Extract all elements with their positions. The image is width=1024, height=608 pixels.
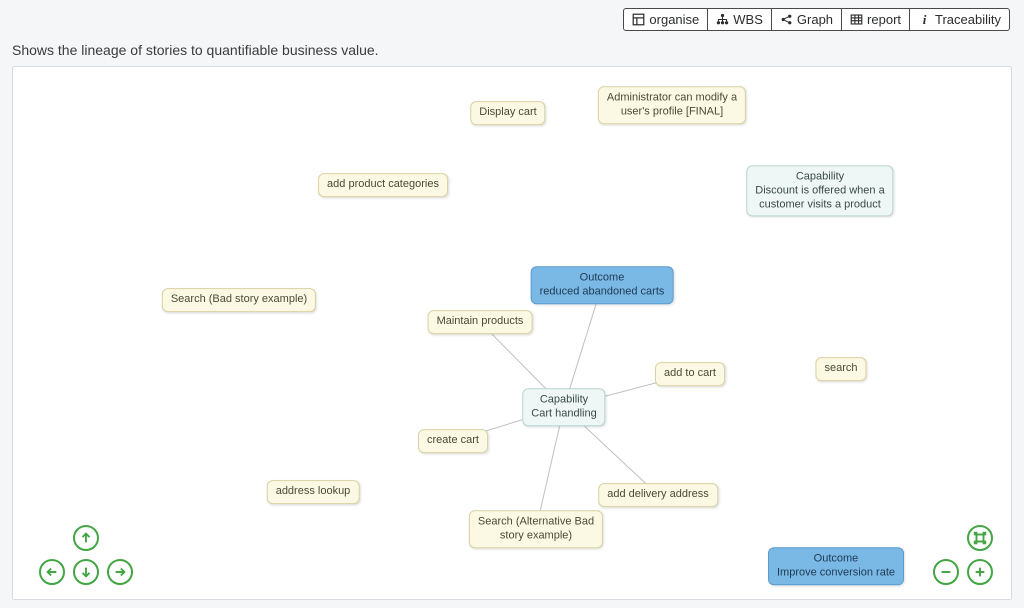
tab-graph-label: Graph xyxy=(797,12,833,27)
node-add-categories[interactable]: add product categories xyxy=(318,173,448,197)
node-add-to-cart[interactable]: add to cart xyxy=(655,362,725,386)
page-subtitle: Shows the lineage of stories to quantifi… xyxy=(12,42,379,58)
plus-icon xyxy=(973,565,987,579)
pan-left-button[interactable] xyxy=(39,559,65,585)
arrow-down-icon xyxy=(79,565,93,579)
tab-wbs[interactable]: WBS xyxy=(707,8,772,31)
node-create-cart[interactable]: create cart xyxy=(418,429,488,453)
node-search-bad[interactable]: Search (Bad story example) xyxy=(162,288,316,312)
tab-traceability-label: Traceability xyxy=(935,12,1001,27)
fit-button[interactable] xyxy=(967,525,993,551)
node-cap-cart[interactable]: Capability Cart handling xyxy=(522,388,605,426)
pan-right-button[interactable] xyxy=(107,559,133,585)
share-icon xyxy=(780,13,793,26)
node-admin-modify[interactable]: Administrator can modify a user's profil… xyxy=(598,86,746,124)
table-icon xyxy=(850,13,863,26)
arrow-up-icon xyxy=(79,531,93,545)
node-add-delivery[interactable]: add delivery address xyxy=(598,483,718,507)
node-display-cart[interactable]: Display cart xyxy=(470,101,545,125)
arrow-left-icon xyxy=(45,565,59,579)
minus-icon xyxy=(939,565,953,579)
arrow-right-icon xyxy=(113,565,127,579)
info-icon: i xyxy=(918,13,931,26)
fit-icon xyxy=(973,531,987,545)
tab-report[interactable]: report xyxy=(841,8,910,31)
tab-organise-label: organise xyxy=(649,12,699,27)
zoom-out-button[interactable] xyxy=(933,559,959,585)
tab-traceability[interactable]: i Traceability xyxy=(909,8,1010,31)
tab-report-label: report xyxy=(867,12,901,27)
node-search[interactable]: search xyxy=(815,357,866,381)
graph-inner: Display cart Administrator can modify a u… xyxy=(13,67,1011,599)
tab-graph[interactable]: Graph xyxy=(771,8,842,31)
node-cap-discount[interactable]: Capability Discount is offered when a cu… xyxy=(746,165,893,216)
view-tabs: organise WBS Graph report i Traceability xyxy=(623,8,1010,31)
tab-wbs-label: WBS xyxy=(733,12,763,27)
node-outcome-abandoned[interactable]: Outcome reduced abandoned carts xyxy=(531,266,674,304)
node-maintain-products[interactable]: Maintain products xyxy=(428,310,533,334)
pan-up-button[interactable] xyxy=(73,525,99,551)
node-outcome-conversion[interactable]: Outcome Improve conversion rate xyxy=(768,547,904,585)
zoom-in-button[interactable] xyxy=(967,559,993,585)
tab-organise[interactable]: organise xyxy=(623,8,708,31)
hierarchy-icon xyxy=(716,13,729,26)
layout-icon xyxy=(632,13,645,26)
pan-down-button[interactable] xyxy=(73,559,99,585)
node-search-alt-bad[interactable]: Search (Alternative Bad story example) xyxy=(469,510,603,548)
graph-canvas[interactable]: Display cart Administrator can modify a u… xyxy=(12,66,1012,600)
node-address-lookup[interactable]: address lookup xyxy=(267,480,360,504)
